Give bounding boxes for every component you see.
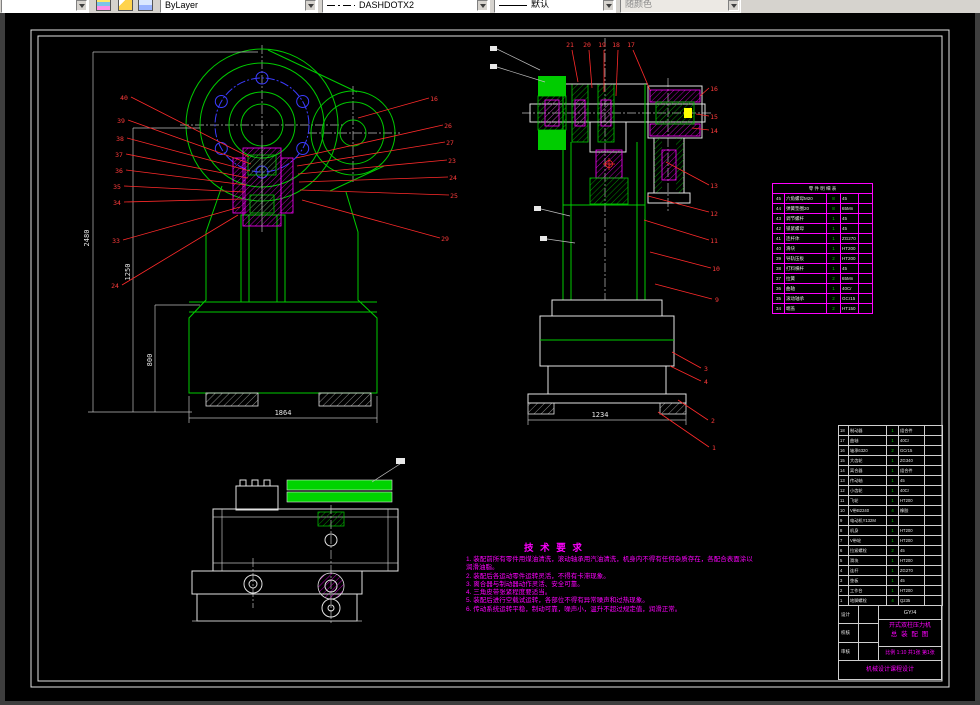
callout: 2 bbox=[711, 417, 715, 425]
chevron-down-icon[interactable] bbox=[305, 0, 316, 11]
callout: 24 bbox=[449, 174, 457, 182]
drawing-subtitle: 总 装 配 图 bbox=[890, 631, 930, 638]
callout: 25 bbox=[450, 192, 458, 200]
layer-combobox[interactable] bbox=[1, 0, 89, 13]
callout: 38 bbox=[116, 135, 124, 143]
callout: 4 bbox=[704, 378, 708, 386]
parts-table-title: 零 件 明 细 表 bbox=[771, 183, 874, 194]
audit-label: 审核 bbox=[839, 642, 859, 660]
organization-name: 机械设计课程设计 bbox=[838, 661, 942, 680]
section-view-callouts-bottom: 3 4 2 1 bbox=[657, 351, 716, 452]
callout: 11 bbox=[710, 237, 718, 245]
bom-strip: 18 制动器 1 组合件 17 曲轴 1 40Cr 16 轴承6320 2 GCr15 15 大齿轮 1 ZG… bbox=[838, 425, 943, 606]
notes-title: 技 术 要 求 bbox=[524, 543, 584, 554]
callout: 1 bbox=[712, 444, 716, 452]
callout: 18 bbox=[612, 41, 620, 49]
lineweight-combobox-value: 默认 bbox=[531, 0, 550, 9]
callout: 17 bbox=[627, 41, 635, 49]
callout: 13 bbox=[710, 182, 718, 190]
color-combobox[interactable]: ByLayer bbox=[160, 0, 318, 13]
note-line: 3. 离合器与制动器动作灵活、安全可靠。 bbox=[466, 580, 584, 588]
callout: 33 bbox=[112, 237, 120, 245]
color-combobox-value: ByLayer bbox=[165, 0, 199, 10]
callout: 16 bbox=[430, 95, 438, 103]
chevron-down-icon[interactable] bbox=[603, 0, 614, 11]
note-line: 6. 传动系统运转平稳，制动可靠，噪声小，温升不超过规定值，润滑正常。 bbox=[466, 605, 682, 613]
callout: 40 bbox=[120, 94, 128, 102]
callout: 12 bbox=[710, 210, 718, 218]
dim-table-height: 800 bbox=[146, 354, 154, 367]
callout: 21 bbox=[566, 41, 574, 49]
linetype-combobox-value: DASHDOTX2 bbox=[359, 0, 415, 10]
callout: 29 bbox=[441, 235, 449, 243]
chevron-down-icon[interactable] bbox=[477, 0, 488, 11]
dim-mid-height: 1250 bbox=[124, 264, 132, 281]
chevron-down-icon bbox=[728, 0, 739, 11]
design-label: 设计 bbox=[839, 606, 859, 624]
callout: 20 bbox=[583, 41, 591, 49]
parts-list-table: 零 件 明 细 表 45 六角螺母M20 8 45 44 弹簧垫圈20 8 65Mn 43 调节螺… bbox=[771, 183, 874, 314]
section-view bbox=[522, 38, 712, 415]
title-block-main: 设计 校核 审核 GY/4 开式双柱压力机 总 装 配 图 比例 1:10 共1… bbox=[838, 605, 942, 661]
standard-code: GY/4 bbox=[879, 606, 941, 620]
layers-icon[interactable] bbox=[96, 0, 111, 11]
parts-table-rows: 45 六角螺母M20 8 45 44 弹簧垫圈20 8 65Mn 43 调节螺杆 1 45 42 锁紧螺母… bbox=[772, 193, 874, 314]
chevron-down-icon[interactable] bbox=[76, 0, 87, 11]
callout: 39 bbox=[117, 117, 125, 125]
note-line: 5. 装配后进行空载试运转，各部位不得有异常噪声和过热现象。 bbox=[466, 597, 649, 605]
callout: 27 bbox=[446, 139, 454, 147]
callout: 9 bbox=[715, 296, 719, 304]
callout: 15 bbox=[710, 113, 718, 121]
scale-text: 比例 1:10 共1张 第1张 bbox=[885, 650, 935, 656]
note-line: 2. 装配后各运动零件运转灵活，不得有卡滞现象。 bbox=[466, 572, 610, 580]
callout: 37 bbox=[115, 151, 123, 159]
object-properties-toolbar: ByLayer DASHDOTX2 默认 随颜色 bbox=[0, 0, 980, 13]
dim-total-height: 2480 bbox=[83, 230, 91, 247]
plotstyle-combobox-value: 随颜色 bbox=[625, 0, 653, 9]
callout: 10 bbox=[712, 265, 720, 273]
drawing-canvas[interactable]: 2480 1250 800 1864 40 39 38 37 36 35 34 … bbox=[5, 13, 975, 701]
layer-states-icon[interactable] bbox=[138, 0, 153, 11]
top-view bbox=[191, 458, 405, 625]
front-view-dimensions: 2480 1250 800 1864 bbox=[83, 51, 378, 423]
lineweight-combobox[interactable]: 默认 bbox=[494, 0, 616, 13]
callout: 35 bbox=[113, 183, 121, 191]
dashdot-linetype-sample-icon bbox=[327, 5, 355, 6]
check-label: 校核 bbox=[839, 624, 859, 642]
solid-line-sample-icon bbox=[499, 5, 527, 6]
callout: 26 bbox=[444, 122, 452, 130]
technical-notes: 技 术 要 求 1. 装配前所有零件用煤油清洗，滚动轴承用汽油清洗，机身内不得有… bbox=[466, 540, 758, 614]
callout: 19 bbox=[598, 41, 606, 49]
dim-base-width: 1864 bbox=[275, 409, 292, 417]
linetype-combobox[interactable]: DASHDOTX2 bbox=[322, 0, 490, 13]
callout: 3 bbox=[704, 365, 708, 373]
front-view bbox=[180, 45, 400, 407]
callout: 16 bbox=[710, 85, 718, 93]
callout: 36 bbox=[115, 167, 123, 175]
callout: 34 bbox=[113, 199, 121, 207]
dim-section-base-width: 1234 bbox=[592, 411, 609, 419]
make-object-layer-current-icon[interactable] bbox=[118, 0, 133, 11]
plotstyle-combobox: 随颜色 bbox=[620, 0, 741, 13]
front-view-callouts-left: 40 39 38 37 36 35 34 33 24 bbox=[111, 94, 252, 290]
callout: 24 bbox=[111, 282, 119, 290]
bom-rows: 18 制动器 1 组合件 17 曲轴 1 40Cr 16 轴承6320 2 GCr15 15 大齿轮 1 ZG… bbox=[838, 425, 943, 606]
callout: 14 bbox=[710, 127, 718, 135]
note-line: 1. 装配前所有零件用煤油清洗，滚动轴承用汽油清洗，机身内不得有任何杂质存在，各… bbox=[466, 556, 753, 572]
drawing-title: 开式双柱压力机 bbox=[888, 623, 931, 629]
callout: 23 bbox=[448, 157, 456, 165]
title-block: 18 制动器 1 组合件 17 曲轴 1 40Cr 16 轴承6320 2 GCr15 15 大齿轮 1 ZG… bbox=[838, 425, 943, 680]
